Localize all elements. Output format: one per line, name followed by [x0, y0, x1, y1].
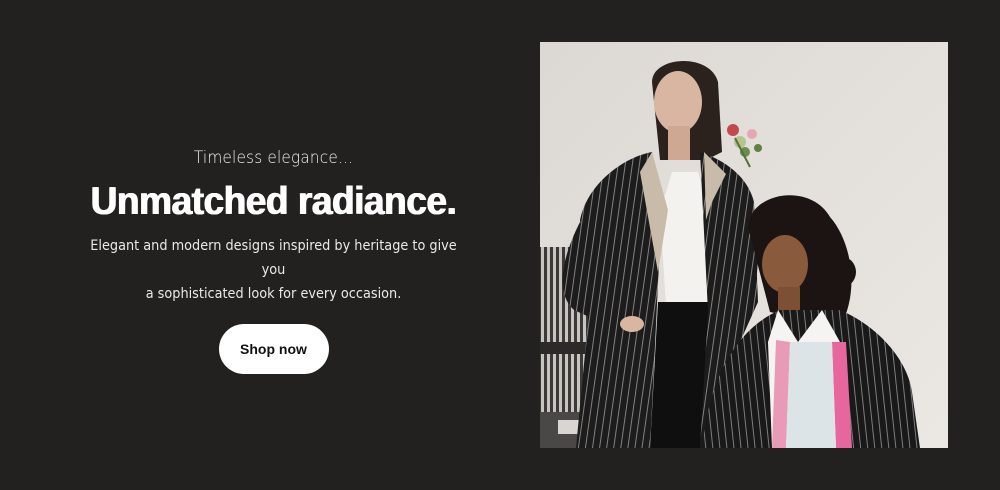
hero-description: Elegant and modern designs inspired by h…	[77, 234, 470, 306]
hero-description-line-1: Elegant and modern designs inspired by h…	[90, 238, 457, 278]
hero-eyebrow: Timeless elegance...	[193, 148, 354, 168]
hero-text-block: Timeless elegance... Unmatched radiance.…	[60, 140, 487, 374]
hero-description-line-2: a sophisticated look for every occasion.	[145, 286, 402, 302]
hero-headline: Unmatched radiance.	[90, 180, 457, 223]
hero-image	[540, 42, 948, 448]
shop-now-button[interactable]: Shop now	[218, 324, 329, 374]
